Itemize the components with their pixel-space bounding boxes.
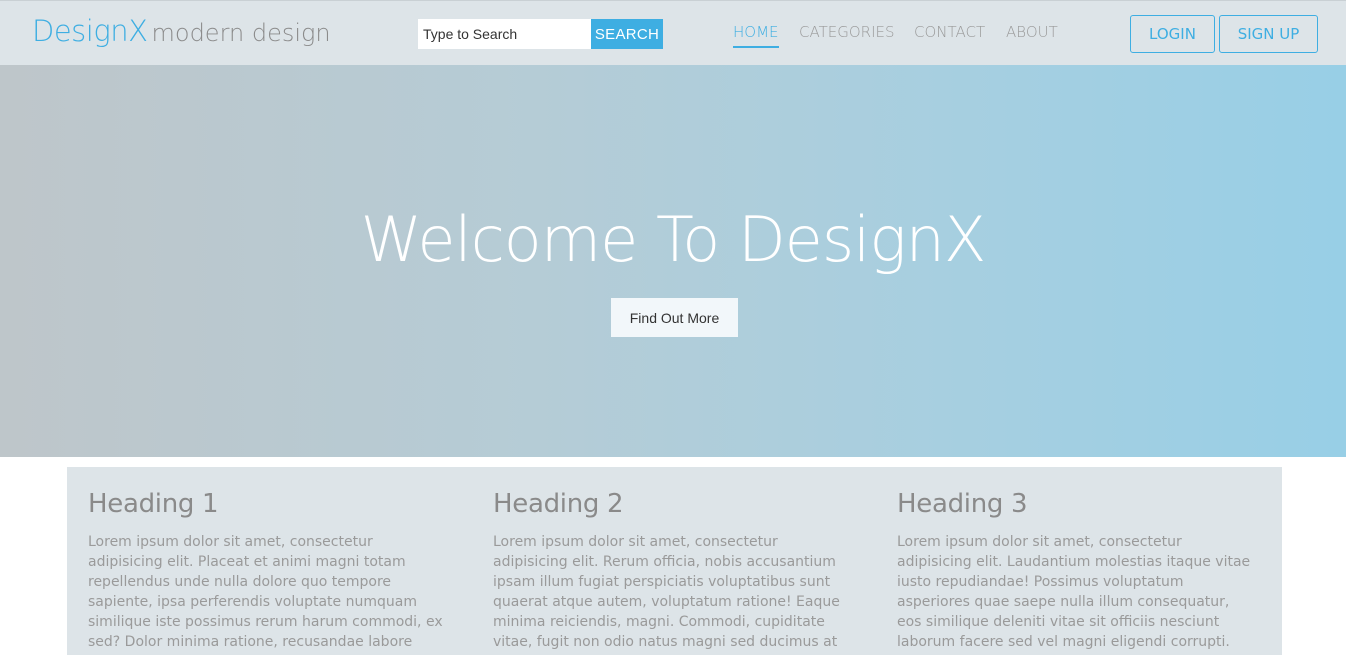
brand-tagline: modern design: [151, 19, 331, 47]
column-text: Lorem ipsum dolor sit amet, consectetur …: [88, 534, 443, 650]
content-column: Heading 1 Lorem ipsum dolor sit amet, co…: [88, 489, 443, 652]
search-input[interactable]: [418, 19, 591, 49]
find-out-more-button[interactable]: Find Out More: [611, 298, 738, 337]
hero-title: Welcome To DesignX: [360, 203, 987, 276]
column-text: Lorem ipsum dolor sit amet, consectetur …: [897, 534, 1251, 655]
nav-link-home[interactable]: HOME: [733, 23, 779, 48]
content-column: Heading 2 Lorem ipsum dolor sit amet, co…: [493, 489, 848, 652]
search-button[interactable]: SEARCH: [591, 19, 663, 49]
brand-logo[interactable]: DesignX modern design: [32, 14, 331, 48]
column-heading: Heading 1: [88, 489, 219, 519]
navbar: DesignXmodern design SEARCH HOME CATEGOR…: [0, 0, 1346, 65]
nav-link-about[interactable]: ABOUT: [1006, 23, 1058, 46]
column-text: Lorem ipsum dolor sit amet, consectetur …: [493, 534, 840, 650]
hero-banner: Welcome To DesignX Find Out More: [0, 65, 1346, 457]
nav-link-contact[interactable]: CONTACT: [914, 23, 985, 46]
signup-button[interactable]: SIGN UP: [1219, 15, 1318, 53]
brand-name: DesignX: [32, 14, 148, 48]
login-button[interactable]: LOGIN: [1130, 15, 1215, 53]
content-column: Heading 3 Lorem ipsum dolor sit amet, co…: [897, 489, 1252, 655]
nav-link-categories[interactable]: CATEGORIES: [799, 23, 895, 46]
content-section: Heading 1 Lorem ipsum dolor sit amet, co…: [67, 467, 1282, 655]
column-heading: Heading 2: [493, 489, 624, 519]
column-heading: Heading 3: [897, 489, 1028, 519]
